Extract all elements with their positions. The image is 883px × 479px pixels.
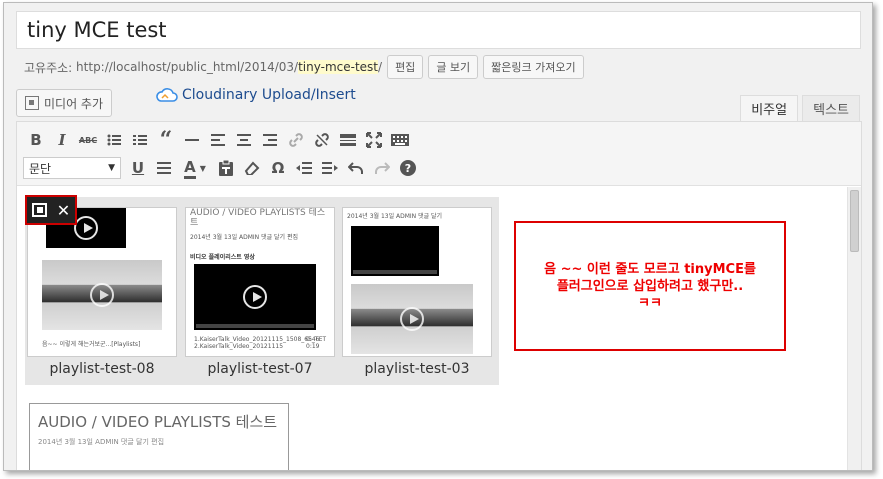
thumb-post-title: AUDIO / VIDEO PLAYLISTS 테스트 <box>190 208 326 228</box>
chevron-down-icon: ▼ <box>108 163 115 173</box>
post-title-input[interactable]: tiny MCE test <box>16 11 861 49</box>
cloud-icon <box>156 88 178 102</box>
editor-content[interactable]: 음~~ 이렇게 해는거보군...[Playlists] playlist-tes… <box>17 187 849 470</box>
format-select-value: 문단 <box>29 161 52 176</box>
redo-icon[interactable] <box>369 155 395 181</box>
gallery-caption: playlist-test-08 <box>49 361 155 377</box>
blockquote-icon[interactable]: “ <box>153 127 179 153</box>
permalink-edit-button[interactable]: 편집 <box>387 55 424 79</box>
paste-text-icon[interactable] <box>213 155 239 181</box>
video-progress-bar <box>353 270 437 274</box>
media-icon <box>25 96 39 110</box>
outdent-icon[interactable] <box>291 155 317 181</box>
align-right-icon[interactable] <box>257 127 283 153</box>
gallery-caption: playlist-test-07 <box>207 361 313 377</box>
post-editor-window: tiny MCE test 고유주소: http://localhost/pub… <box>3 2 873 471</box>
bullet-list-icon[interactable] <box>101 127 127 153</box>
fullscreen-icon[interactable] <box>361 127 387 153</box>
help-glyph: ? <box>400 160 416 176</box>
permalink-label: 고유주소: <box>24 60 73 75</box>
toolbar-toggle-icon[interactable] <box>387 127 413 153</box>
view-post-button[interactable]: 글 보기 <box>428 55 479 79</box>
cloudinary-label: Cloudinary Upload/Insert <box>182 87 356 103</box>
play-icon <box>74 216 98 240</box>
clear-formatting-icon[interactable] <box>239 155 265 181</box>
format-select[interactable]: 문단 ▼ <box>23 157 121 179</box>
post-preview-image[interactable]: AUDIO / VIDEO PLAYLISTS 테스트 2014년 3월 13일… <box>29 403 289 470</box>
permalink-bar: 고유주소: http://localhost/public_html/2014/… <box>24 55 584 79</box>
align-center-icon[interactable] <box>231 127 257 153</box>
indent-icon[interactable] <box>317 155 343 181</box>
gallery-item[interactable]: 2014년 3월 13일 ADMIN 댓글 달기 playlist-test-0… <box>342 207 492 377</box>
italic-icon[interactable]: I <box>49 127 75 153</box>
permalink-url-prefix: http://localhost/public_html/2014/03/ <box>76 60 299 74</box>
tab-visual[interactable]: 비주얼 <box>740 95 799 121</box>
toolbar-row-1: B I ABC “ <box>23 126 855 154</box>
numbered-list-icon[interactable] <box>127 127 153 153</box>
gallery-thumbnail: 음~~ 이렇게 해는거보군...[Playlists] <box>27 207 177 357</box>
add-media-button[interactable]: 미디어 추가 <box>16 89 113 117</box>
annotation-note: 음 ~~ 이런 줄도 모르고 tinyMCE를 플러그인으로 삽입하려고 했구만… <box>514 221 786 351</box>
video-player <box>194 264 316 330</box>
video-player <box>351 226 439 276</box>
undo-icon[interactable] <box>343 155 369 181</box>
play-icon <box>243 285 267 309</box>
align-left-icon[interactable] <box>205 127 231 153</box>
video-still <box>42 260 162 330</box>
cloudinary-upload-link[interactable]: Cloudinary Upload/Insert <box>156 87 356 103</box>
get-shortlink-button[interactable]: 짧은링크 가져오기 <box>483 55 584 79</box>
special-character-icon[interactable]: Ω <box>265 155 291 181</box>
scrollbar-thumb[interactable] <box>850 190 859 252</box>
add-media-label: 미디어 추가 <box>44 96 104 111</box>
thumb-heading: 비디오 플레이리스트 영상 <box>190 254 255 261</box>
editor-toolbar: B I ABC “ 문단 ▼ U A ▼ Ω ? <box>17 122 861 186</box>
editor-mode-tabs: 비주얼 텍스트 <box>736 95 860 121</box>
editor-area: B I ABC “ 문단 ▼ U A ▼ Ω ? 음~~ 이렇게 해는거보군..… <box>16 121 862 470</box>
video-progress-bar <box>196 324 314 328</box>
thumb-post-meta: 2014년 3월 13일 ADMIN 댓글 달기 <box>347 213 443 220</box>
post-preview-title: AUDIO / VIDEO PLAYLISTS 테스트 <box>38 413 278 431</box>
unlink-icon[interactable] <box>309 127 335 153</box>
gallery-thumbnail: 2014년 3월 13일 ADMIN 댓글 달기 <box>342 207 492 357</box>
gallery-edit-toolbar: ✕ <box>25 195 77 225</box>
toolbar-row-2: 문단 ▼ U A ▼ Ω ? <box>23 154 855 182</box>
track-duration: 0:19 <box>306 343 320 350</box>
strikethrough-icon[interactable]: ABC <box>75 127 101 153</box>
underline-icon[interactable]: U <box>125 155 151 181</box>
playlist-gallery[interactable]: 음~~ 이렇게 해는거보군...[Playlists] playlist-tes… <box>25 195 499 385</box>
horizontal-rule-icon[interactable] <box>179 127 205 153</box>
gallery-item[interactable]: AUDIO / VIDEO PLAYLISTS 테스트 2014년 3월 13일… <box>185 207 335 377</box>
bold-icon[interactable]: B <box>23 127 49 153</box>
gallery-thumbnail: AUDIO / VIDEO PLAYLISTS 테스트 2014년 3월 13일… <box>185 207 335 357</box>
playlist-track: 2.KaiserTalk_Video_20121115 <box>194 343 284 350</box>
permalink-url-suffix: / <box>378 60 383 74</box>
help-icon[interactable]: ? <box>395 155 421 181</box>
editor-scrollbar[interactable] <box>847 187 861 470</box>
video-still <box>351 284 473 354</box>
post-preview-meta: 2014년 3월 13일 ADMIN 댓글 달기 편집 <box>38 438 165 446</box>
text-color-icon[interactable]: A ▼ <box>177 155 213 181</box>
play-icon <box>400 307 424 331</box>
thumb-post-meta: 2014년 3월 13일 ADMIN 댓글 달기 편집 <box>190 234 299 241</box>
gallery-snippet: 음~~ 이렇게 해는거보군...[Playlists] <box>42 341 141 348</box>
tab-text[interactable]: 텍스트 <box>802 95 860 121</box>
track-duration: 0:46 <box>306 336 320 343</box>
text-color-letter: A <box>184 158 196 179</box>
gallery-caption: playlist-test-03 <box>364 361 470 377</box>
gallery-edit-icon[interactable] <box>31 203 47 217</box>
play-icon <box>90 283 114 307</box>
close-icon[interactable]: ✕ <box>57 201 70 220</box>
justify-icon[interactable] <box>151 155 177 181</box>
link-icon[interactable] <box>283 127 309 153</box>
permalink-slug[interactable]: tiny-mce-test <box>298 60 379 74</box>
gallery-item[interactable]: 음~~ 이렇게 해는거보군...[Playlists] playlist-tes… <box>27 207 177 377</box>
read-more-icon[interactable] <box>335 127 361 153</box>
